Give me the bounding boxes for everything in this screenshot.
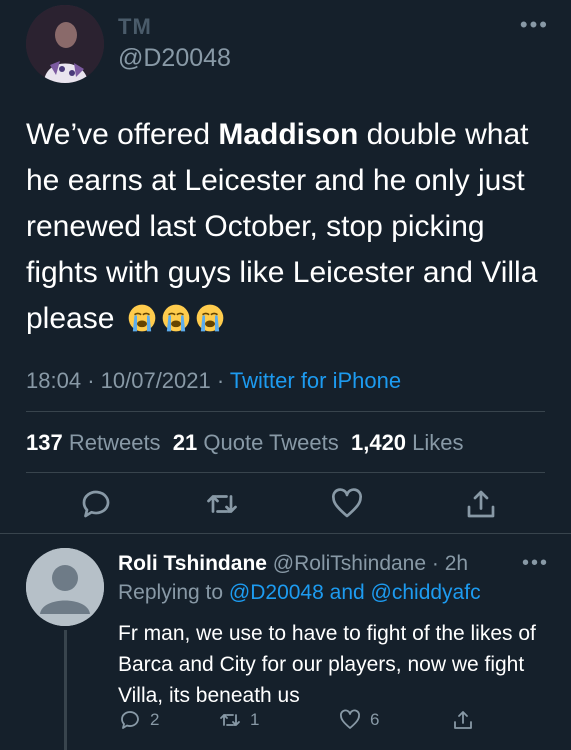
replying-prefix: Replying to (118, 581, 224, 604)
like-heart-icon (340, 709, 360, 729)
tweet-source-link[interactable]: Twitter for iPhone (230, 368, 401, 393)
reply-separator: · (431, 552, 439, 575)
tweet-text: We’ve offered Maddison double what he ea… (26, 112, 556, 342)
reply-retweet-button[interactable]: 1 (218, 708, 259, 732)
like-heart-icon[interactable] (329, 486, 365, 522)
retweets-count: 137 (26, 430, 63, 455)
replying-to: Replying to @D20048 and @chiddyafc (118, 581, 481, 605)
reply-count: 2 (150, 710, 160, 729)
tweet-date[interactable]: 10/07/2021 (101, 368, 211, 393)
loudly-crying-face-icon (128, 304, 156, 332)
retweets-label: Retweets (68, 430, 161, 455)
quotes-stat[interactable]: 21 Quote Tweets (173, 430, 339, 455)
replying-and: and (329, 581, 365, 604)
share-icon[interactable] (463, 486, 499, 522)
reply-reply-button[interactable]: 2 (118, 708, 159, 732)
like-count: 6 (370, 710, 380, 729)
author-handle[interactable]: @D20048 (118, 44, 231, 73)
reply-author-name[interactable]: Roli Tshindane (118, 552, 267, 575)
tweet-mention-bold: Maddison (218, 118, 359, 151)
tweet-time[interactable]: 18:04 (26, 368, 81, 393)
loudly-crying-face-icon (196, 304, 224, 332)
meta-separator: · (87, 368, 95, 393)
likes-count: 1,420 (350, 430, 407, 455)
tweet-text-start: We’ve offered (26, 118, 219, 151)
quotes-count: 21 (172, 430, 198, 455)
reply-text: Fr man, we use to have to fight of the l… (118, 622, 536, 707)
tweet-action-bar (26, 486, 545, 526)
divider (26, 472, 545, 473)
reply-share-button[interactable] (451, 708, 475, 732)
replying-to-link[interactable]: @chiddyafc (371, 581, 481, 604)
reply-icon (121, 711, 139, 729)
quotes-label: Quote Tweets (203, 430, 339, 455)
reply-header: Roli Tshindane @RoliTshindane · 2h (118, 552, 468, 576)
share-icon (454, 711, 472, 729)
tweet-stats: 137 Retweets 21 Quote Tweets 1,420 Likes (26, 430, 464, 456)
author-avatar[interactable] (26, 5, 104, 83)
divider (0, 533, 571, 534)
retweet-icon[interactable] (204, 486, 240, 522)
reply-icon[interactable] (78, 486, 114, 522)
tweet-meta: 18:04 · 10/07/2021 · Twitter for iPhone (26, 368, 401, 394)
likes-stat[interactable]: 1,420 Likes (351, 430, 464, 455)
meta-separator: · (216, 368, 225, 393)
retweet-count: 1 (250, 710, 260, 729)
reply-action-bar: 2 1 6 (118, 708, 558, 738)
loudly-crying-face-icon (162, 304, 190, 332)
thread-line (64, 630, 67, 750)
retweet-icon (220, 714, 240, 726)
more-options-icon[interactable]: ••• (520, 12, 549, 38)
reply-time[interactable]: 2h (445, 552, 468, 575)
author-name[interactable]: TM (118, 14, 152, 40)
replying-to-link[interactable]: @D20048 (229, 581, 324, 604)
divider (26, 411, 545, 412)
reply-avatar[interactable] (26, 548, 104, 626)
reply-like-button[interactable]: 6 (338, 708, 379, 732)
retweets-stat[interactable]: 137 Retweets (26, 430, 161, 455)
reply-author-handle[interactable]: @RoliTshindane (273, 552, 426, 575)
likes-label: Likes (412, 430, 464, 455)
reply-more-options-icon[interactable]: ••• (522, 552, 549, 575)
